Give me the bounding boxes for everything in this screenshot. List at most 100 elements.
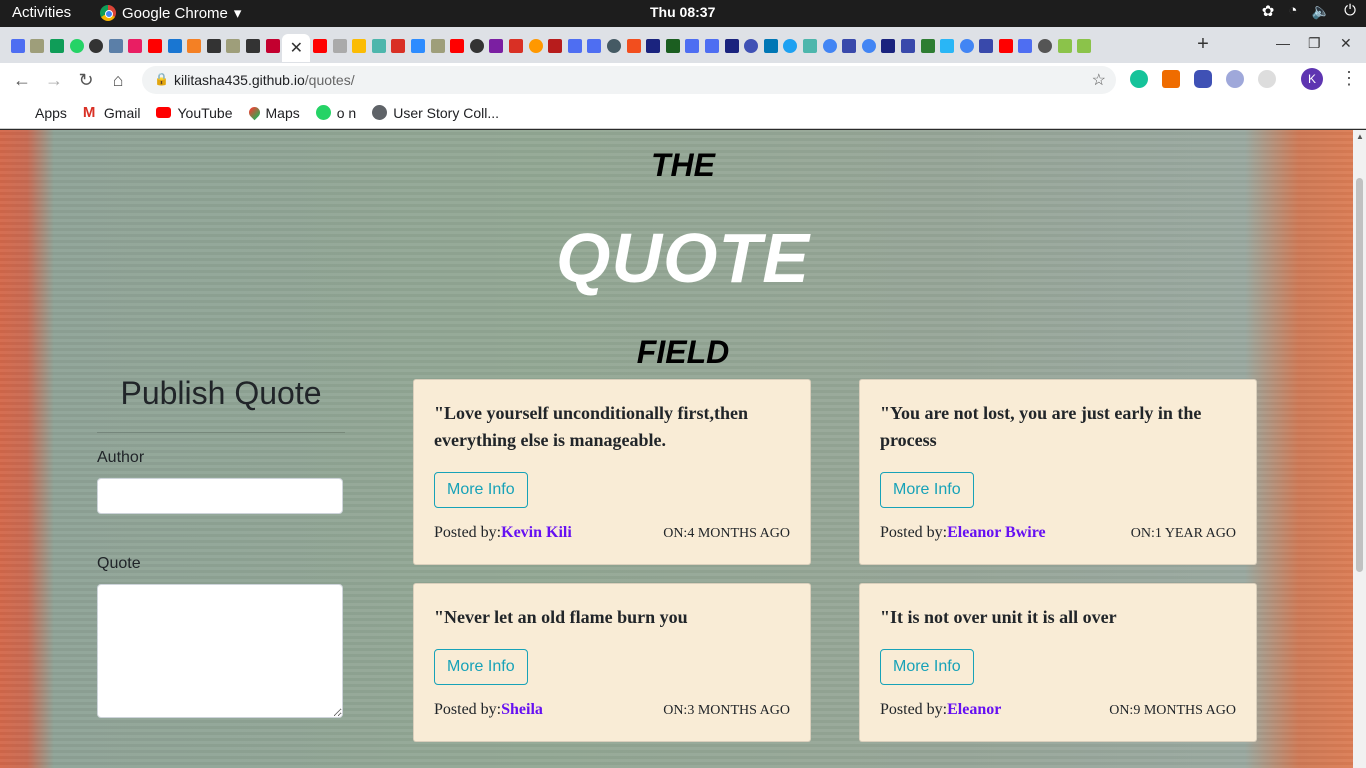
profile-avatar[interactable]: K [1301, 68, 1323, 90]
author-link[interactable]: Kevin Kili [501, 524, 572, 541]
grammarly-icon[interactable] [1130, 70, 1148, 88]
bookmark-user-story[interactable]: User Story Coll... [372, 105, 499, 121]
author-input[interactable] [97, 478, 343, 514]
new-tab-button[interactable]: + [1192, 33, 1214, 55]
tab[interactable] [243, 34, 263, 58]
tab[interactable] [761, 34, 781, 58]
tab[interactable] [184, 34, 204, 58]
extension-icon[interactable] [1226, 70, 1244, 88]
tab[interactable] [263, 34, 283, 58]
tab[interactable] [447, 34, 467, 58]
tab[interactable] [663, 34, 683, 58]
tab[interactable] [369, 34, 389, 58]
page-scrollbar[interactable]: ▲ [1353, 130, 1366, 768]
reload-icon[interactable]: ↻ [75, 69, 97, 91]
tab[interactable] [624, 34, 644, 58]
tab[interactable] [800, 34, 820, 58]
tab[interactable] [879, 34, 899, 58]
activities-button[interactable]: Activities [12, 4, 71, 21]
tab[interactable] [820, 34, 840, 58]
zoom-extension-icon[interactable] [1194, 70, 1212, 88]
tab[interactable] [428, 34, 448, 58]
tab[interactable] [918, 34, 938, 58]
quote-textarea[interactable] [97, 584, 343, 718]
tab[interactable] [1035, 34, 1055, 58]
tab[interactable] [722, 34, 742, 58]
app-menu[interactable]: Google Chrome ▾ [100, 4, 241, 22]
lock-icon[interactable]: 🔒 [154, 72, 169, 86]
tab[interactable] [106, 34, 126, 58]
tab[interactable] [126, 34, 146, 58]
close-window-icon[interactable]: ✕ [1340, 35, 1352, 52]
bookmark-youtube[interactable]: YouTube [156, 105, 233, 121]
tab[interactable] [224, 34, 244, 58]
tab[interactable] [8, 34, 28, 58]
tab[interactable] [957, 34, 977, 58]
close-tab-icon[interactable]: ✕ [290, 38, 303, 58]
tab[interactable] [310, 34, 330, 58]
tab[interactable] [898, 34, 918, 58]
bookmark-on[interactable]: o n [315, 105, 356, 121]
tab[interactable] [859, 34, 879, 58]
forward-icon[interactable]: → [43, 69, 65, 91]
more-info-button[interactable]: More Info [880, 472, 974, 508]
tab[interactable] [741, 34, 761, 58]
more-info-button[interactable]: More Info [880, 649, 974, 685]
author-link[interactable]: Eleanor Bwire [947, 524, 1046, 541]
wifi-icon[interactable]: ◔ [1288, 2, 1297, 20]
tab[interactable] [565, 34, 585, 58]
author-link[interactable]: Sheila [501, 701, 543, 718]
system-tray[interactable]: ✿ ◔ 🔈 ⏻ [1262, 2, 1356, 20]
tab[interactable] [683, 34, 703, 58]
tab[interactable] [996, 34, 1016, 58]
address-bar[interactable]: 🔒 kilitasha435.github.io/quotes/ ☆ [142, 66, 1116, 94]
back-icon[interactable]: ← [11, 69, 33, 91]
tab[interactable] [643, 34, 663, 58]
tab[interactable] [506, 34, 526, 58]
tab[interactable] [67, 34, 87, 58]
tab[interactable] [1016, 34, 1036, 58]
author-link[interactable]: Eleanor [947, 701, 1001, 718]
bookmark-apps[interactable]: Apps [14, 105, 67, 121]
tab[interactable] [937, 34, 957, 58]
scroll-up-icon[interactable]: ▲ [1356, 132, 1364, 141]
slack-icon[interactable]: ✿ [1262, 2, 1275, 20]
power-icon[interactable]: ⏻ [1344, 2, 1356, 20]
tab[interactable] [350, 34, 370, 58]
tab[interactable] [545, 34, 565, 58]
tab[interactable] [408, 34, 428, 58]
active-tab[interactable]: ✕ [282, 34, 311, 62]
tab[interactable] [467, 34, 487, 58]
tab[interactable] [145, 34, 165, 58]
tab[interactable] [86, 34, 106, 58]
tab[interactable] [487, 34, 507, 58]
tab[interactable] [28, 34, 48, 58]
tab[interactable] [204, 34, 224, 58]
more-info-button[interactable]: More Info [434, 649, 528, 685]
tab[interactable] [781, 34, 801, 58]
tab[interactable] [604, 34, 624, 58]
more-info-button[interactable]: More Info [434, 472, 528, 508]
tab[interactable] [839, 34, 859, 58]
minimize-icon[interactable]: — [1276, 35, 1290, 51]
tab[interactable] [330, 34, 350, 58]
tab[interactable] [1074, 34, 1094, 58]
bookmark-gmail[interactable]: M Gmail [83, 105, 141, 121]
url-text[interactable]: kilitasha435.github.io/quotes/ [174, 72, 355, 88]
tab[interactable] [977, 34, 997, 58]
chrome-menu-icon[interactable]: ⋮ [1340, 68, 1358, 89]
clock[interactable]: Thu 08:37 [650, 4, 715, 20]
tab[interactable] [47, 34, 67, 58]
tab[interactable] [389, 34, 409, 58]
extension-icon[interactable] [1258, 70, 1276, 88]
extension-off-icon[interactable] [1162, 70, 1180, 88]
tab[interactable] [526, 34, 546, 58]
tab[interactable] [702, 34, 722, 58]
bookmark-star-icon[interactable]: ☆ [1092, 70, 1106, 90]
home-icon[interactable]: ⌂ [107, 69, 129, 91]
tab[interactable] [585, 34, 605, 58]
tab[interactable] [1055, 34, 1075, 58]
tab[interactable] [165, 34, 185, 58]
volume-icon[interactable]: 🔈 [1311, 2, 1330, 20]
scrollbar-thumb[interactable] [1356, 178, 1363, 572]
